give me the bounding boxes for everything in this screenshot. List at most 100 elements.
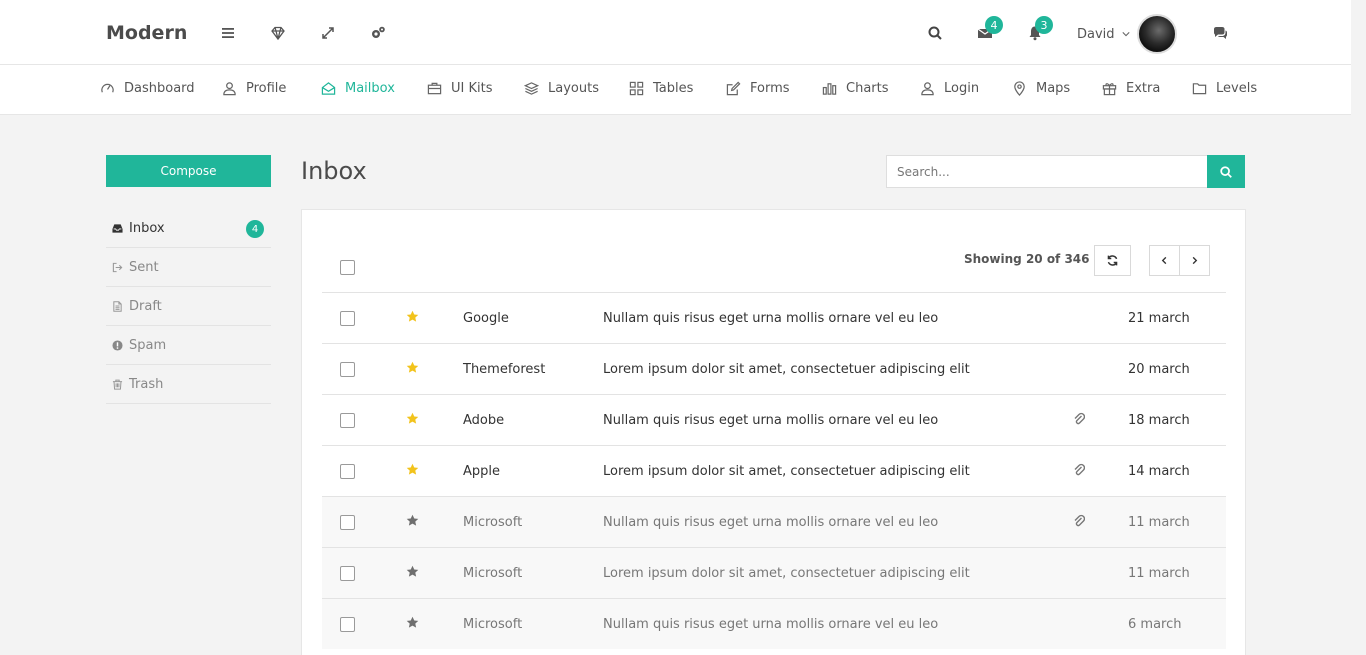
grid-icon (629, 81, 644, 96)
email-date: 11 march (1128, 566, 1190, 581)
folder-trash[interactable]: Trash (106, 365, 271, 404)
paperclip-icon (1074, 514, 1085, 527)
search-icon[interactable] (926, 24, 944, 42)
email-sender: Microsoft (463, 515, 523, 530)
nav-item-label: Mailbox (345, 81, 395, 96)
nav-item-ui-kits[interactable]: UI Kits (427, 81, 493, 96)
email-date: 11 march (1128, 515, 1190, 530)
nav-item-charts[interactable]: Charts (822, 81, 889, 96)
folder-inbox[interactable]: Inbox 4 (106, 209, 271, 248)
email-checkbox[interactable] (340, 362, 355, 377)
chevron-left-icon (1161, 256, 1167, 265)
star-icon[interactable] (406, 514, 419, 527)
diamond-icon[interactable] (269, 24, 287, 42)
star-icon[interactable] (406, 463, 419, 476)
email-checkbox[interactable] (340, 413, 355, 428)
compose-button[interactable]: Compose (106, 155, 271, 187)
trash-icon (112, 379, 123, 390)
inbox-icon (112, 223, 123, 233)
email-date: 21 march (1128, 311, 1190, 326)
folder-icon (1192, 83, 1207, 95)
brand-logo[interactable]: Modern (106, 22, 187, 44)
email-checkbox[interactable] (340, 515, 355, 530)
expand-icon[interactable] (319, 24, 337, 42)
nav-item-levels[interactable]: Levels (1192, 81, 1257, 96)
folder-draft[interactable]: Draft (106, 287, 271, 326)
email-subject: Lorem ipsum dolor sit amet, consectetuer… (603, 362, 970, 377)
email-row[interactable]: Google Nullam quis risus eget urna mollis… (322, 292, 1226, 343)
dashboard-icon (101, 83, 114, 93)
star-icon[interactable] (406, 412, 419, 425)
nav-item-extra[interactable]: Extra (1102, 81, 1160, 96)
notification-count-badge: 3 (1035, 16, 1053, 34)
email-checkbox[interactable] (340, 566, 355, 581)
nav-item-label: Dashboard (124, 81, 195, 96)
email-date: 20 march (1128, 362, 1190, 377)
search-icon (1220, 165, 1232, 178)
user-menu[interactable]: David (1077, 27, 1130, 42)
nav-item-maps[interactable]: Maps (1012, 81, 1070, 96)
bar-chart-icon (822, 83, 837, 95)
folder-label: Sent (129, 259, 159, 275)
folder-sent[interactable]: Sent (106, 248, 271, 287)
mail-count-badge: 4 (985, 16, 1003, 34)
chat-icon[interactable] (1211, 24, 1229, 42)
nav-item-layouts[interactable]: Layouts (524, 81, 599, 96)
search-button[interactable] (1207, 155, 1245, 188)
star-icon[interactable] (406, 361, 419, 374)
star-icon[interactable] (406, 616, 419, 629)
nav-item-label: Layouts (548, 81, 599, 96)
envelope-icon[interactable]: 4 (976, 16, 1003, 42)
avatar[interactable] (1137, 14, 1177, 54)
nav-item-tables[interactable]: Tables (629, 81, 693, 96)
nav-item-label: Tables (653, 81, 694, 96)
nav-item-label: Maps (1036, 81, 1071, 96)
paperclip-icon (1074, 463, 1085, 476)
email-date: 6 march (1128, 617, 1182, 632)
email-row[interactable]: Apple Lorem ipsum dolor sit amet, consect… (322, 445, 1226, 496)
next-page-button[interactable] (1179, 245, 1210, 276)
nav-item-login[interactable]: Login (920, 81, 979, 96)
mailbox-icon (321, 82, 336, 95)
gift-icon (1102, 83, 1117, 96)
email-row[interactable]: Microsoft Lorem ipsum dolor sit amet, con… (322, 547, 1226, 598)
email-subject: Nullam quis risus eget urna mollis ornar… (603, 617, 939, 632)
layers-icon (524, 82, 539, 95)
folder-label: Inbox (129, 220, 165, 236)
nav-item-mailbox[interactable]: Mailbox (321, 81, 395, 96)
search-input[interactable] (886, 155, 1208, 188)
sign-out-icon (112, 262, 123, 272)
nav-item-forms[interactable]: Forms (726, 81, 790, 96)
nav-item-dashboard[interactable]: Dashboard (100, 81, 195, 96)
email-checkbox[interactable] (340, 617, 355, 632)
bell-icon[interactable]: 3 (1026, 16, 1053, 42)
email-row[interactable]: Themeforest Lorem ipsum dolor sit amet, c… (322, 343, 1226, 394)
email-subject: Nullam quis risus eget urna mollis ornar… (603, 413, 939, 428)
email-checkbox[interactable] (340, 464, 355, 479)
email-row[interactable]: Microsoft Nullam quis risus eget urna mol… (322, 496, 1226, 547)
star-icon[interactable] (406, 565, 419, 578)
folder-label: Trash (129, 376, 164, 392)
map-pin-icon (1014, 81, 1025, 96)
user-icon (921, 82, 934, 96)
mail-panel: Showing 20 of 346 Google Nullam quis risu… (301, 209, 1246, 655)
email-row[interactable]: Adobe Nullam quis risus eget urna mollis … (322, 394, 1226, 445)
main-nav: Dashboard Profile Mailbox UI Kits Layout… (0, 65, 1351, 115)
email-checkbox[interactable] (340, 311, 355, 326)
nav-item-label: UI Kits (451, 81, 493, 96)
top-bar: Modern 4 3 David (0, 0, 1351, 65)
nav-item-label: Forms (750, 81, 790, 96)
chevron-right-icon (1192, 256, 1198, 265)
prev-page-button[interactable] (1149, 245, 1180, 276)
select-all-checkbox[interactable] (340, 260, 355, 275)
email-sender: Adobe (463, 413, 505, 428)
star-icon[interactable] (406, 310, 419, 323)
refresh-icon (1107, 255, 1118, 266)
refresh-button[interactable] (1094, 245, 1131, 276)
settings-icon[interactable] (369, 24, 387, 42)
nav-item-profile[interactable]: Profile (222, 81, 286, 96)
folder-label: Spam (129, 337, 167, 353)
menu-icon[interactable] (219, 24, 237, 42)
folder-spam[interactable]: Spam (106, 326, 271, 365)
email-row[interactable]: Microsoft Nullam quis risus eget urna mol… (322, 598, 1226, 649)
